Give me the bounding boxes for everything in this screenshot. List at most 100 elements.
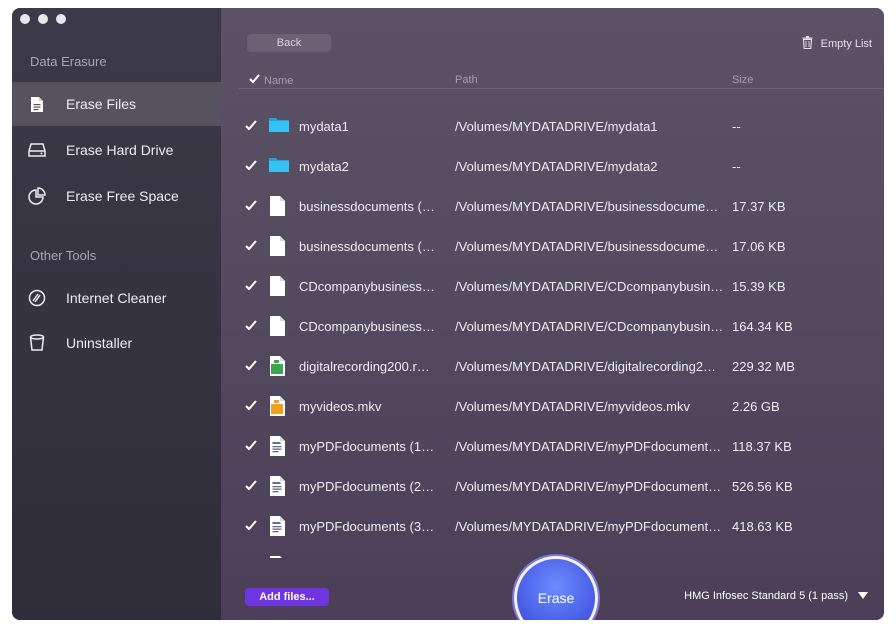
- row-checkbox[interactable]: [245, 199, 257, 211]
- pdf-file-icon: [269, 476, 287, 496]
- row-checkbox[interactable]: [245, 239, 257, 251]
- close-window-button[interactable]: [20, 14, 30, 24]
- row-checkbox[interactable]: [245, 119, 257, 131]
- row-checkbox[interactable]: [245, 399, 257, 411]
- section-other-tools: Other Tools: [30, 248, 97, 263]
- document-file-icon: [269, 316, 287, 336]
- empty-list-button[interactable]: Empty List: [802, 36, 872, 52]
- file-path: /Volumes/MYDATADRIVE/myPDFdocument…: [455, 478, 722, 494]
- row-checkbox[interactable]: [245, 439, 257, 451]
- video-file-icon: [269, 396, 287, 416]
- file-name: businessdocuments (…: [299, 238, 435, 254]
- hard-drive-icon: [28, 141, 46, 159]
- column-header-name[interactable]: Name: [249, 74, 293, 87]
- table-row[interactable]: mydata2/Volumes/MYDATADRIVE/mydata2 --: [239, 146, 884, 186]
- file-name: mydata2: [299, 158, 349, 174]
- table-row[interactable]: myPDFdocuments (2… /Volumes/MYDATADRIVE/m…: [239, 466, 884, 506]
- row-checkbox[interactable]: [245, 519, 257, 531]
- file-size: 17.37 KB: [732, 198, 786, 214]
- sidebar-item-label: Erase Files: [66, 96, 137, 112]
- audio-file-icon: [269, 356, 287, 376]
- document-file-icon: [269, 276, 287, 296]
- folder-icon: [269, 116, 289, 136]
- erase-method-dropdown[interactable]: HMG Infosec Standard 5 (1 pass): [684, 590, 868, 602]
- file-name: businessdocuments (…: [299, 198, 435, 214]
- app-window: Data Erasure Erase Files Erase Hard Driv…: [12, 8, 884, 620]
- row-checkbox[interactable]: [245, 479, 257, 491]
- file-path: /Volumes/MYDATADRIVE/mydata1: [455, 118, 658, 134]
- sidebar-item-erase-hard-drive[interactable]: Erase Hard Drive: [12, 128, 221, 172]
- file-path: /Volumes/MYDATADRIVE/mydata2: [455, 158, 658, 174]
- select-all-checkbox[interactable]: [249, 74, 260, 87]
- trash-bin-icon: [28, 334, 46, 352]
- file-path: /Volumes/MYDATADRIVE/CDcompanybusin…: [455, 278, 724, 294]
- file-size: --: [732, 118, 741, 134]
- sidebar-item-label: Erase Hard Drive: [66, 142, 174, 158]
- document-file-icon: [269, 196, 287, 216]
- empty-list-label: Empty List: [820, 38, 872, 50]
- file-path: /Volumes/MYDATADRIVE/myvideos.mkv: [455, 398, 691, 414]
- file-size: 526.56 KB: [732, 478, 793, 494]
- document-icon: [28, 95, 46, 113]
- add-files-button[interactable]: Add files...: [245, 588, 329, 606]
- sidebar-item-label: Internet Cleaner: [66, 290, 167, 306]
- file-size: 229.32 MB: [732, 358, 795, 374]
- zoom-window-button[interactable]: [56, 14, 66, 24]
- file-name: CDcompanybusiness…: [299, 278, 435, 294]
- minimize-window-button[interactable]: [38, 14, 48, 24]
- sidebar-item-uninstaller[interactable]: Uninstaller: [12, 321, 221, 365]
- file-size: 17.06 KB: [732, 238, 786, 254]
- row-checkbox[interactable]: [245, 159, 257, 171]
- section-data-erasure: Data Erasure: [30, 54, 107, 69]
- file-path: /Volumes/MYDATADRIVE/myPDFdocument…: [455, 518, 722, 534]
- table-row[interactable]: businessdocuments (… /Volumes/MYDATADRIVE…: [239, 226, 884, 266]
- row-checkbox[interactable]: [245, 279, 257, 291]
- file-name: myvideos.mkv: [299, 398, 382, 414]
- erase-method-label: HMG Infosec Standard 5 (1 pass): [684, 590, 848, 602]
- erase-button[interactable]: Erase: [514, 556, 598, 620]
- back-button[interactable]: Back: [247, 34, 331, 52]
- file-name: myPDFdocuments (1…: [299, 438, 435, 454]
- column-header-size[interactable]: Size: [732, 74, 753, 86]
- pdf-file-icon: [269, 436, 287, 456]
- main-panel: Back Empty List Name Path Size mydata1/V…: [221, 8, 884, 620]
- table-row[interactable]: myvideos.mkv/Volumes/MYDATADRIVE/myvideo…: [239, 386, 884, 426]
- column-header-path[interactable]: Path: [455, 74, 478, 86]
- sidebar-item-label: Uninstaller: [66, 335, 133, 351]
- window-controls: [20, 14, 66, 24]
- table-row[interactable]: myPDFdocuments (1… /Volumes/MYDATADRIVE/m…: [239, 426, 884, 466]
- file-path: /Volumes/MYDATADRIVE/CDcompanybusin…: [455, 318, 724, 334]
- table-row[interactable]: CDcompanybusiness… /Volumes/MYDATADRIVE/C…: [239, 306, 884, 346]
- row-checkbox[interactable]: [245, 359, 257, 371]
- file-path: /Volumes/MYDATADRIVE/businessdocume…: [455, 198, 719, 214]
- table-row[interactable]: CDcompanybusiness… /Volumes/MYDATADRIVE/C…: [239, 266, 884, 306]
- file-size: 15.39 KB: [732, 278, 786, 294]
- file-size: 164.34 KB: [732, 318, 793, 334]
- file-name: myPDFdocuments (3…: [299, 518, 435, 534]
- sidebar-item-erase-files[interactable]: Erase Files: [12, 82, 221, 126]
- file-list[interactable]: mydata1/Volumes/MYDATADRIVE/mydata1 -- myd…: [221, 98, 884, 558]
- document-file-icon: [269, 236, 287, 256]
- pie-chart-icon: [28, 187, 46, 205]
- file-path: /Volumes/MYDATADRIVE/myPDFdocument…: [455, 438, 722, 454]
- table-row[interactable]: mydata1/Volumes/MYDATADRIVE/mydata1 --: [239, 106, 884, 146]
- file-path: /Volumes/MYDATADRIVE/businessdocume…: [455, 238, 719, 254]
- file-name: digitalrecording200.r…: [299, 358, 430, 374]
- header-divider: [239, 88, 884, 89]
- sidebar-item-erase-free-space[interactable]: Erase Free Space: [12, 174, 221, 218]
- folder-icon: [269, 156, 289, 176]
- internet-cleaner-icon: [28, 289, 46, 307]
- sidebar-item-internet-cleaner[interactable]: Internet Cleaner: [12, 276, 221, 320]
- triangle-down-icon: [858, 590, 868, 602]
- row-checkbox[interactable]: [245, 319, 257, 331]
- trash-icon: [802, 36, 813, 52]
- file-size: 2.26 GB: [732, 398, 780, 414]
- file-size: 118.37 KB: [732, 438, 792, 454]
- sidebar-item-label: Erase Free Space: [66, 188, 179, 204]
- table-row[interactable]: myPDFdocuments (3… /Volumes/MYDATADRIVE/m…: [239, 506, 884, 546]
- table-row[interactable]: digitalrecording200.r… /Volumes/MYDATADRI…: [239, 346, 884, 386]
- file-size: --: [732, 158, 741, 174]
- file-name: mydata1: [299, 118, 349, 134]
- table-row[interactable]: businessdocuments (… /Volumes/MYDATADRIVE…: [239, 186, 884, 226]
- pdf-file-icon: [269, 516, 287, 536]
